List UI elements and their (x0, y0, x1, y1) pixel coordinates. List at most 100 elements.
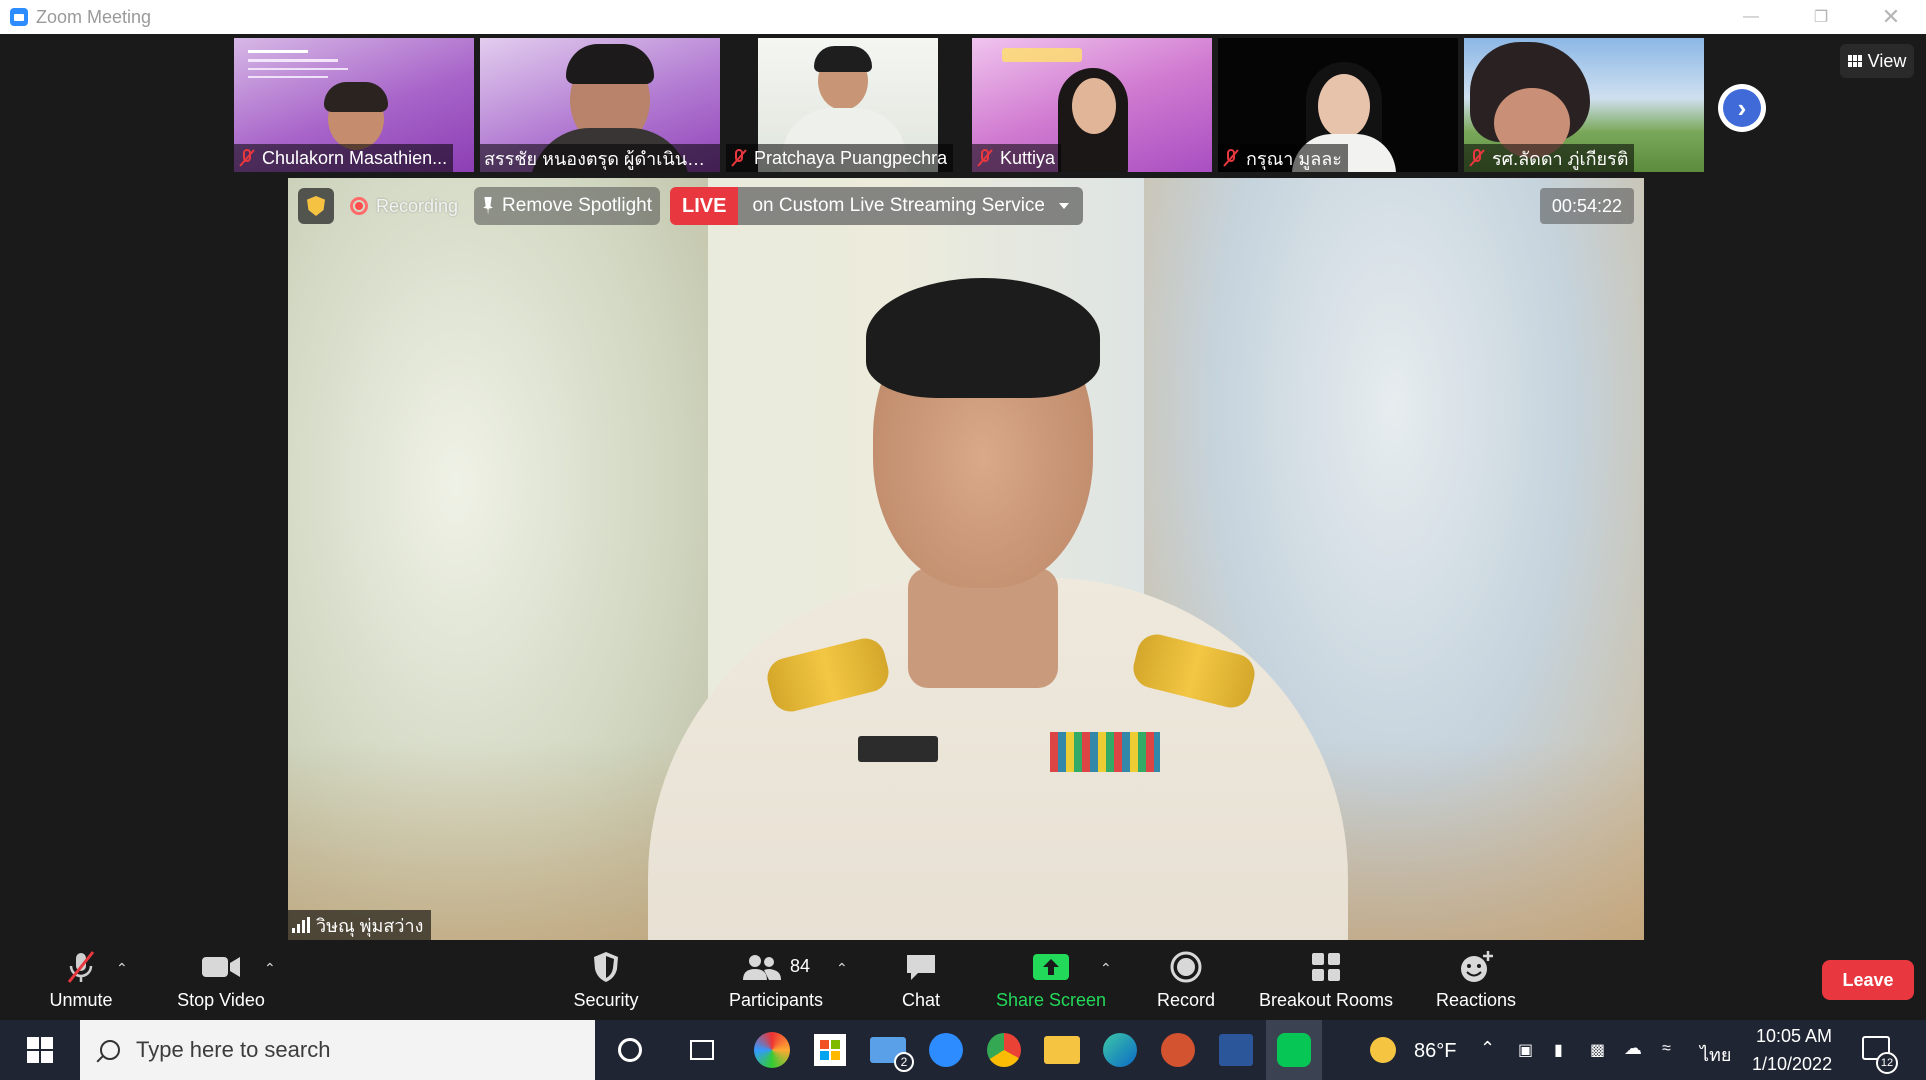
taskbar-search-box[interactable]: Type here to search (80, 1020, 595, 1080)
security-button[interactable]: Security (556, 940, 656, 1020)
microsoft-store-app[interactable] (802, 1020, 858, 1080)
spotlight-video: Recording Remove Spotlight LIVE on Custo… (288, 178, 1644, 940)
cortana-icon (618, 1038, 642, 1062)
participant-name: Chulakorn Masathien... (262, 147, 448, 168)
stop-video-button[interactable]: Stop Video (156, 940, 286, 1020)
remove-spotlight-button[interactable]: Remove Spotlight (474, 187, 661, 225)
microphone-tray-icon[interactable]: ▮ (1554, 1040, 1563, 1060)
word-icon (1219, 1034, 1253, 1066)
participant-name: สรรชัย หนองตรุด ผู้ดำเนินราย... (484, 148, 714, 169)
task-view-icon (690, 1040, 714, 1060)
file-explorer-app[interactable] (1034, 1020, 1090, 1080)
breakout-rooms-label: Breakout Rooms (1258, 989, 1394, 1010)
video-camera-icon (201, 950, 241, 984)
search-placeholder: Type here to search (136, 1037, 331, 1062)
share-options-caret[interactable]: ⌃ (1100, 960, 1112, 977)
chat-bubble-icon (904, 950, 938, 984)
search-icon (100, 1040, 120, 1060)
meeting-timer: 00:54:22 (1539, 188, 1634, 224)
unmute-label: Unmute (49, 989, 113, 1010)
weather-sun-icon[interactable] (1370, 1037, 1396, 1063)
participant-tile[interactable]: สรรชัย หนองตรุด ผู้ดำเนินราย... (480, 38, 720, 172)
breakout-rooms-button[interactable]: Breakout Rooms (1246, 940, 1406, 1020)
store-icon (814, 1034, 846, 1066)
participant-tile[interactable]: รศ.ลัดดา ภู่เกียรติ (1464, 38, 1704, 172)
smiley-plus-icon (1458, 950, 1494, 984)
share-screen-button[interactable]: Share Screen (986, 940, 1116, 1020)
live-service-label: on Custom Live Streaming Service (752, 195, 1045, 216)
clock-time[interactable]: 10:05 AM (1756, 1026, 1832, 1047)
chrome-app[interactable] (976, 1020, 1032, 1080)
reactions-button[interactable]: Reactions (1416, 940, 1536, 1020)
minimize-button[interactable]: — (1716, 0, 1786, 34)
onedrive-cloud-icon[interactable]: ☁ (1624, 1038, 1642, 1059)
notification-count-badge: 12 (1876, 1052, 1898, 1074)
participant-tile[interactable]: Kuttiya (972, 38, 1212, 172)
mic-muted-icon (1468, 148, 1486, 168)
powerpoint-icon (1161, 1033, 1195, 1067)
powerpoint-app[interactable] (1150, 1020, 1206, 1080)
participants-button[interactable]: 84 Participants (706, 940, 846, 1020)
view-button[interactable]: View (1840, 44, 1914, 78)
chat-label: Chat (901, 989, 941, 1010)
participant-tile[interactable]: Chulakorn Masathien... (234, 38, 474, 172)
mic-muted-icon (238, 148, 256, 168)
photoscape-app[interactable] (744, 1020, 800, 1080)
line-app[interactable] (1266, 1020, 1322, 1080)
participant-tile[interactable]: Pratchaya Puangpechra (726, 38, 966, 172)
security-label: Security (573, 989, 639, 1010)
record-label: Record (1156, 989, 1216, 1010)
meeting-area: Chulakorn Masathien... สรรชัย หนองตรุด ผ… (6, 34, 1920, 1020)
word-app[interactable] (1208, 1020, 1264, 1080)
security-shield-icon[interactable] (298, 188, 334, 224)
live-stream-dropdown[interactable]: LIVE on Custom Live Streaming Service (670, 187, 1083, 225)
photoscape-icon (754, 1032, 790, 1068)
mic-muted-icon (730, 148, 748, 168)
mic-muted-icon (976, 148, 994, 168)
line-icon (1277, 1033, 1311, 1067)
mail-app[interactable]: 2 (860, 1020, 916, 1080)
remove-spotlight-label: Remove Spotlight (502, 195, 653, 216)
weather-temperature[interactable]: 86°F (1414, 1040, 1456, 1063)
audio-options-caret[interactable]: ⌃ (116, 960, 128, 977)
record-button[interactable]: Record (1136, 940, 1236, 1020)
share-screen-label: Share Screen (995, 989, 1107, 1010)
participants-options-caret[interactable]: ⌃ (836, 960, 848, 977)
stop-video-label: Stop Video (177, 989, 265, 1010)
unmute-button[interactable]: Unmute (26, 940, 136, 1020)
next-page-button[interactable]: › (1718, 84, 1766, 132)
recording-indicator[interactable]: Recording (344, 196, 464, 217)
display-tray-icon[interactable]: ▩ (1590, 1040, 1605, 1060)
zoom-taskbar-app[interactable] (918, 1020, 974, 1080)
chat-button[interactable]: Chat (876, 940, 966, 1020)
shield-icon (591, 950, 621, 984)
clock-date[interactable]: 1/10/2022 (1752, 1054, 1832, 1075)
wifi-icon[interactable]: ≈ (1662, 1040, 1671, 1058)
cortana-button[interactable] (602, 1020, 658, 1080)
recording-dot-icon (350, 197, 368, 215)
chrome-icon (987, 1033, 1021, 1067)
close-button[interactable]: ✕ (1856, 0, 1926, 34)
participants-icon (742, 954, 781, 980)
participants-count: 84 (789, 956, 811, 976)
edge-icon (1103, 1033, 1137, 1067)
speaker-name-label: วิษณุ พุ่มสว่าง (288, 910, 432, 940)
mic-muted-icon (1222, 148, 1240, 168)
restore-button[interactable]: ❐ (1786, 0, 1856, 34)
leave-button[interactable]: Leave (1822, 960, 1914, 1000)
show-hidden-icons-chevron-icon[interactable]: ⌃ (1480, 1038, 1495, 1059)
task-view-button[interactable] (674, 1020, 730, 1080)
meet-now-icon[interactable]: ▣ (1518, 1040, 1533, 1060)
recording-label: Recording (376, 195, 459, 216)
video-options-caret[interactable]: ⌃ (264, 960, 276, 977)
pin-icon (483, 197, 493, 215)
input-language-indicator[interactable]: ไทย (1700, 1040, 1731, 1069)
start-button[interactable] (0, 1020, 80, 1080)
zoom-app-icon (10, 8, 28, 26)
participant-tile[interactable]: กรุณา มูลละ (1218, 38, 1458, 172)
chevron-right-icon: › (1723, 89, 1761, 127)
edge-app[interactable] (1092, 1020, 1148, 1080)
caret-down-icon (1058, 203, 1069, 209)
grid-icon (1847, 55, 1862, 67)
meeting-toolbar: Unmute ⌃ Stop Video ⌃ Security 84 Partic… (6, 940, 1920, 1020)
